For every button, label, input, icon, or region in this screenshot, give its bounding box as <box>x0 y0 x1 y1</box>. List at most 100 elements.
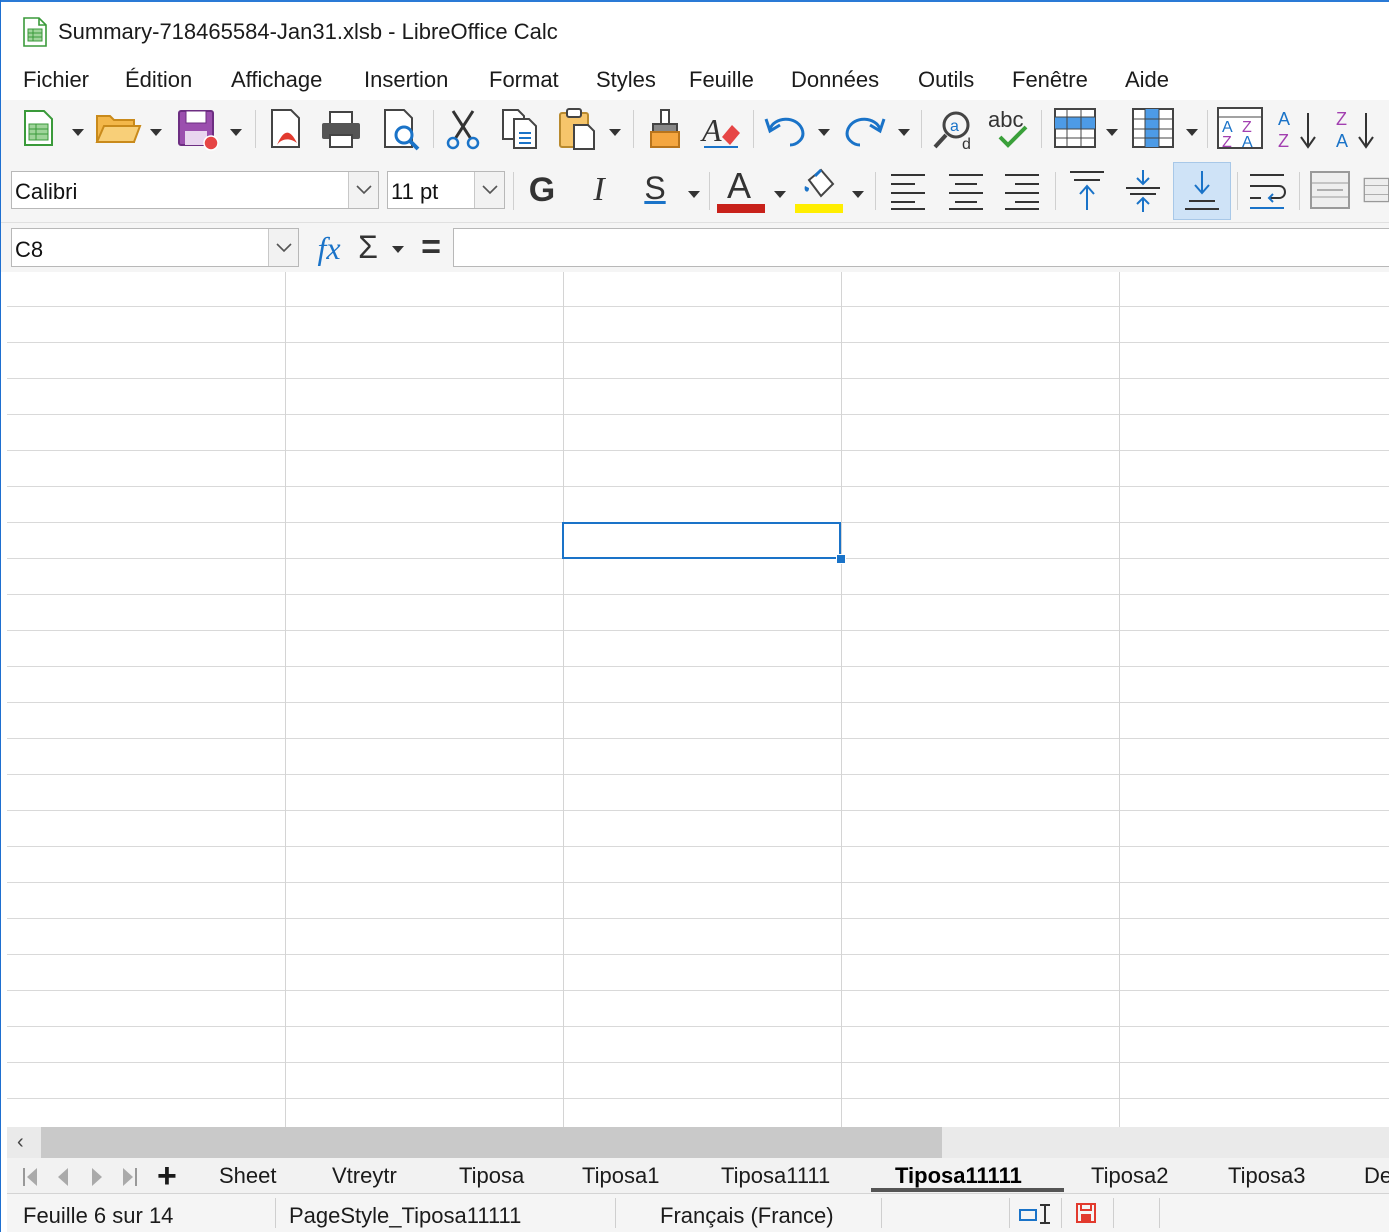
column-button[interactable] <box>1129 106 1177 150</box>
font-color-glyph: A <box>727 165 752 206</box>
menu-edition[interactable]: Édition <box>125 67 192 93</box>
chevron-down-icon[interactable] <box>851 188 865 200</box>
insert-mode-icon[interactable] <box>1019 1203 1053 1225</box>
clear-formatting-button[interactable]: A <box>697 106 743 152</box>
highlight-color-button[interactable] <box>795 164 845 214</box>
open-button[interactable] <box>93 106 143 150</box>
sheet-tab[interactable]: Tiposa <box>459 1163 524 1189</box>
menu-fichier[interactable]: Fichier <box>23 67 89 93</box>
align-bottom-button[interactable] <box>1173 162 1231 220</box>
underline-button[interactable]: S <box>635 166 675 210</box>
chevron-down-icon[interactable] <box>1105 126 1119 138</box>
chevron-down-icon[interactable] <box>608 126 622 138</box>
align-right-icon <box>1005 174 1039 210</box>
align-top-button[interactable] <box>1063 166 1111 214</box>
bold-button[interactable]: G <box>521 168 563 212</box>
sort-ascending-button[interactable]: A Z <box>1273 104 1323 152</box>
row-button[interactable] <box>1051 106 1099 150</box>
menu-aide[interactable]: Aide <box>1125 67 1169 93</box>
print-button[interactable] <box>317 106 365 152</box>
toolbar-separator <box>433 110 434 148</box>
menu-insertion[interactable]: Insertion <box>364 67 448 93</box>
horizontal-scrollbar[interactable]: ‹ <box>7 1127 1389 1158</box>
print-preview-button[interactable] <box>379 106 425 152</box>
menu-affichage[interactable]: Affichage <box>231 67 322 93</box>
sheet-tab[interactable]: Tiposa1 <box>582 1163 659 1189</box>
wrap-text-button[interactable] <box>1245 168 1291 212</box>
sheet-tab[interactable]: Vtreytr <box>332 1163 397 1189</box>
formula-input[interactable] <box>453 228 1389 267</box>
active-cell-cursor[interactable] <box>562 522 841 559</box>
grid-lines <box>7 272 1389 1127</box>
highlight-color-swatch <box>795 204 843 213</box>
italic-button[interactable]: I <box>579 168 619 212</box>
chevron-down-icon[interactable] <box>149 126 163 138</box>
language[interactable]: Français (France) <box>660 1203 834 1229</box>
align-right-button[interactable] <box>999 168 1045 212</box>
add-sheet-button[interactable]: + <box>157 1158 177 1194</box>
menu-outils[interactable]: Outils <box>918 67 974 93</box>
name-box[interactable]: C8 <box>11 228 299 267</box>
menu-styles[interactable]: Styles <box>596 67 656 93</box>
merge-cells-button[interactable] <box>1307 168 1353 212</box>
scroll-left-icon[interactable]: ‹ <box>17 1131 24 1154</box>
paste-button[interactable] <box>555 106 601 152</box>
font-size-combo[interactable]: 11 pt <box>387 171 505 209</box>
document-modified-icon[interactable] <box>1075 1202 1097 1224</box>
sort-descending-button[interactable]: Z A <box>1331 104 1381 152</box>
page-style[interactable]: PageStyle_Tiposa11111 <box>289 1203 521 1229</box>
first-sheet-icon[interactable] <box>21 1166 39 1188</box>
fill-handle[interactable] <box>836 554 846 564</box>
align-center-button[interactable] <box>943 168 989 212</box>
sheet-tab[interactable]: Sheet <box>219 1163 277 1189</box>
new-spreadsheet-button[interactable] <box>19 106 59 150</box>
libreoffice-calc-window: Summary-718465584-Jan31.xlsb - LibreOffi… <box>0 0 1389 1232</box>
sheet-tab[interactable]: Tiposa2 <box>1091 1163 1168 1189</box>
redo-button[interactable] <box>841 106 889 152</box>
find-replace-icon: a d <box>933 111 971 151</box>
copy-icon <box>502 109 537 149</box>
spelling-button[interactable]: abc <box>985 104 1035 152</box>
sum-button[interactable]: Σ <box>351 227 385 267</box>
menu-feuille[interactable]: Feuille <box>689 67 754 93</box>
standard-toolbar: A a d abc A Z Z A A Z Z A <box>1 100 1389 158</box>
chevron-down-icon[interactable] <box>687 188 701 200</box>
align-middle-button[interactable] <box>1119 166 1167 214</box>
menu-fenetre[interactable]: Fenêtre <box>1012 67 1088 93</box>
scrollbar-thumb[interactable] <box>41 1127 942 1158</box>
name-box-dropdown[interactable] <box>268 229 298 266</box>
last-sheet-icon[interactable] <box>121 1166 139 1188</box>
chevron-down-icon[interactable] <box>773 188 787 200</box>
function-wizard-button[interactable]: fx <box>309 229 349 267</box>
chevron-down-icon[interactable] <box>71 126 85 138</box>
sheet-tab[interactable]: Tiposa3 <box>1228 1163 1305 1189</box>
undo-button[interactable] <box>761 106 809 152</box>
next-sheet-icon[interactable] <box>89 1166 105 1188</box>
chevron-down-icon[interactable] <box>817 126 831 138</box>
clone-formatting-button[interactable] <box>643 106 687 152</box>
spreadsheet-grid[interactable] <box>7 272 1389 1127</box>
export-pdf-button[interactable] <box>265 106 309 152</box>
sort-button[interactable]: A Z Z A <box>1215 104 1265 152</box>
sheet-tab-active[interactable]: Tiposa11111 <box>895 1163 1022 1189</box>
sheet-tab[interactable]: De <box>1364 1163 1389 1189</box>
chevron-down-icon[interactable] <box>391 243 405 255</box>
copy-button[interactable] <box>497 106 543 152</box>
menu-donnees[interactable]: Données <box>791 67 879 93</box>
align-left-button[interactable] <box>885 168 931 212</box>
chevron-down-icon[interactable] <box>229 126 243 138</box>
cut-button[interactable] <box>441 106 485 152</box>
font-name-dropdown[interactable] <box>348 172 378 208</box>
chevron-down-icon[interactable] <box>897 126 911 138</box>
sheet-tab[interactable]: Tiposa1111 <box>721 1163 830 1189</box>
save-button[interactable] <box>173 106 223 152</box>
unmerge-cells-button[interactable] <box>1363 168 1389 212</box>
font-name-combo[interactable]: Calibri <box>11 171 379 209</box>
chevron-down-icon[interactable] <box>1185 126 1199 138</box>
menu-format[interactable]: Format <box>489 67 559 93</box>
formula-button[interactable]: = <box>413 227 449 267</box>
find-replace-button[interactable]: a d <box>929 106 977 152</box>
font-size-dropdown[interactable] <box>474 172 504 208</box>
previous-sheet-icon[interactable] <box>55 1166 71 1188</box>
font-color-button[interactable]: A <box>717 164 767 214</box>
